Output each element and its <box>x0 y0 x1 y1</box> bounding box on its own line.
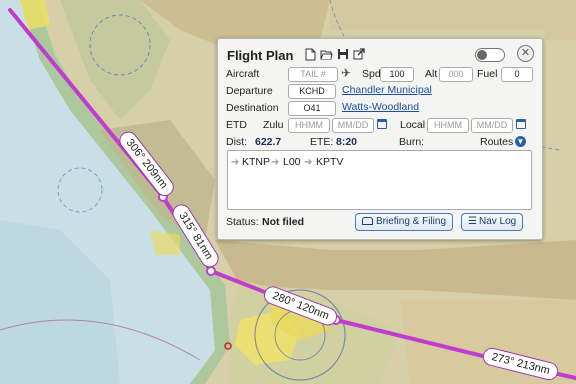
etd-label: ETD <box>226 119 247 131</box>
waypoint-marker[interactable] <box>206 266 216 276</box>
local-label: Local <box>400 119 426 131</box>
nav-log-button[interactable]: ☰ Nav Log <box>461 213 524 231</box>
route-waypoint[interactable]: L00 <box>283 156 301 168</box>
list-icon: ☰ <box>468 216 477 227</box>
routes-link[interactable]: Routes <box>480 136 513 148</box>
local-time-input[interactable]: HHMM <box>427 118 469 133</box>
ete-value: 8:20 <box>336 136 358 148</box>
departure-label: Departure <box>226 85 273 97</box>
routes-dropdown-icon[interactable]: ▼ <box>515 136 526 147</box>
destination-label: Destination <box>226 102 279 114</box>
route-arrow-icon: ➔ <box>231 157 240 168</box>
alt-label: Alt <box>425 68 438 80</box>
briefing-filing-label: Briefing & Filing <box>376 216 447 227</box>
fuel-label: Fuel <box>477 68 498 80</box>
departure-airport-link[interactable]: Chandler Municipal <box>342 84 432 96</box>
zulu-time-input[interactable]: HHMM <box>288 118 330 133</box>
local-date-input[interactable]: MM/DD <box>471 118 513 133</box>
panel-title: Flight Plan <box>227 48 294 63</box>
new-file-icon[interactable] <box>304 48 316 61</box>
spd-label: Spd <box>362 68 381 80</box>
destination-airport-link[interactable]: Watts-Woodland <box>342 101 419 113</box>
burn-label: Burn: <box>399 136 425 148</box>
status-value: Not filed <box>262 216 304 228</box>
close-icon[interactable]: ✕ <box>517 45 534 62</box>
route-arrow-icon: ➔ <box>271 157 280 168</box>
aircraft-label: Aircraft <box>226 68 260 80</box>
briefing-icon <box>362 217 373 226</box>
fuel-input[interactable]: 0 <box>501 67 533 82</box>
zulu-date-input[interactable]: MM/DD <box>332 118 374 133</box>
distance-value: 622.7 <box>255 136 282 148</box>
speed-input[interactable]: 100 <box>380 67 414 82</box>
distance-label: Dist: <box>226 136 247 148</box>
route-input[interactable]: ➔ KTNP ➔ L00 ➔ KPTV <box>227 150 532 210</box>
altitude-input[interactable]: 000 <box>439 67 473 82</box>
calendar-icon[interactable] <box>516 119 526 129</box>
panel-toggle[interactable] <box>475 48 505 62</box>
share-icon[interactable] <box>353 48 365 61</box>
route-waypoint[interactable]: KTNP <box>242 156 270 168</box>
departure-input[interactable]: KCHD <box>288 84 336 99</box>
airplane-icon: ✈ <box>341 66 352 80</box>
route-arrow-icon: ➔ <box>304 157 313 168</box>
destination-input[interactable]: O41 <box>288 101 336 116</box>
status-label: Status: <box>226 216 259 228</box>
aircraft-input[interactable]: TAIL # <box>288 67 338 82</box>
ete-label: ETE: <box>310 136 334 148</box>
zulu-label: Zulu <box>263 119 284 131</box>
save-icon[interactable] <box>337 48 349 61</box>
nav-log-label: Nav Log <box>478 216 517 227</box>
open-folder-icon[interactable] <box>320 48 333 61</box>
route-waypoint[interactable]: KPTV <box>316 156 343 168</box>
flight-plan-panel: Flight Plan ✕ Aircraft TAIL # ✈ Spd 100 … <box>217 38 543 240</box>
briefing-filing-button[interactable]: Briefing & Filing <box>355 213 454 231</box>
calendar-icon[interactable] <box>377 119 387 129</box>
